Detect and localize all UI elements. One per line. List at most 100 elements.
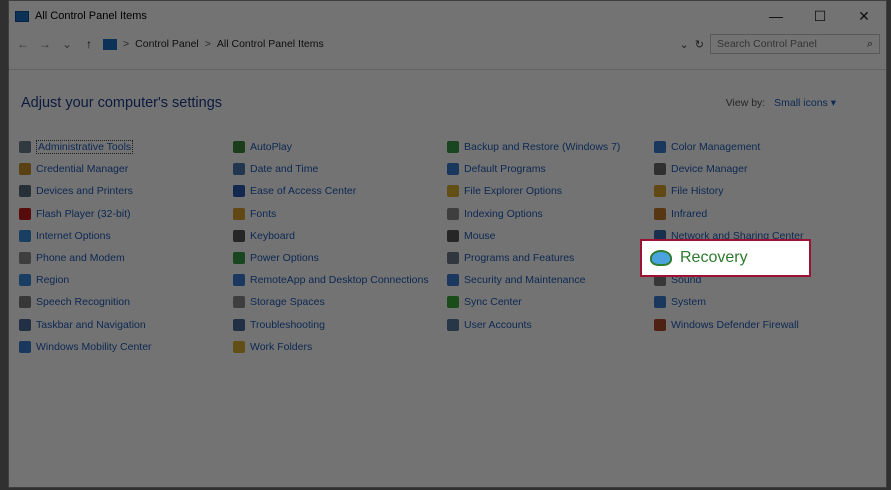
control-panel-item[interactable]: User Accounts	[447, 314, 620, 336]
control-panel-item[interactable]: Sync Center	[447, 291, 620, 313]
control-panel-item[interactable]: Programs and Features	[447, 247, 620, 269]
search-input[interactable]	[717, 38, 867, 50]
control-panel-item[interactable]: Devices and Printers	[19, 180, 152, 202]
file-history-icon	[654, 185, 666, 198]
control-panel-icon	[15, 10, 29, 22]
item-label: Windows Defender Firewall	[671, 318, 799, 331]
control-panel-item[interactable]: File History	[654, 180, 804, 202]
item-label: Power Options	[250, 252, 319, 265]
page-title: Adjust your computer's settings	[21, 95, 223, 111]
item-label: Backup and Restore (Windows 7)	[464, 141, 621, 154]
minimize-button[interactable]: —	[754, 1, 798, 31]
default-programs-icon	[447, 163, 459, 176]
control-panel-item[interactable]: AutoPlay	[233, 136, 429, 158]
indexing-icon	[447, 207, 459, 220]
control-panel-item[interactable]: Ease of Access Center	[233, 180, 429, 202]
breadcrumb-separator[interactable]: >	[123, 38, 129, 50]
control-panel-item[interactable]: Device Manager	[654, 158, 804, 180]
recovery-icon	[650, 250, 672, 266]
forward-button[interactable]: →	[37, 37, 53, 51]
control-panel-item[interactable]: Indexing Options	[447, 203, 620, 225]
item-label: Indexing Options	[464, 207, 543, 220]
firewall-icon	[654, 318, 666, 331]
item-label: File Explorer Options	[464, 185, 563, 198]
color-management-icon	[654, 141, 666, 154]
autoplay-icon	[233, 141, 245, 154]
control-panel-item[interactable]: RemoteApp and Desktop Connections	[233, 269, 429, 291]
control-panel-item[interactable]: Work Folders	[233, 336, 429, 358]
control-panel-item[interactable]: Power Options	[233, 247, 429, 269]
up-button[interactable]: ↑	[81, 37, 97, 51]
title-bar: All Control Panel Items — ☐ ✕	[9, 1, 886, 31]
control-panel-item[interactable]: Credential Manager	[19, 158, 152, 180]
control-panel-item[interactable]: Windows Defender Firewall	[654, 314, 804, 336]
control-panel-item[interactable]: Infrared	[654, 203, 804, 225]
users-icon	[447, 318, 459, 331]
item-label: Flash Player (32-bit)	[36, 207, 131, 220]
flash-icon	[19, 207, 31, 220]
item-label: Default Programs	[464, 163, 546, 176]
view-by-label: View by:	[725, 97, 766, 109]
item-label: Region	[36, 274, 70, 287]
control-panel-item[interactable]: Default Programs	[447, 158, 620, 180]
sync-icon	[447, 296, 459, 309]
item-label: Color Management	[671, 141, 761, 154]
internet-icon	[19, 229, 31, 242]
credential-icon	[19, 163, 31, 176]
control-panel-item[interactable]: Windows Mobility Center	[19, 336, 152, 358]
control-panel-item[interactable]: Storage Spaces	[233, 291, 429, 313]
control-panel-item[interactable]: Administrative Tools	[19, 136, 152, 158]
recovery-highlight[interactable]: Recovery	[640, 239, 811, 277]
control-panel-item[interactable]: Flash Player (32-bit)	[19, 203, 152, 225]
control-panel-item[interactable]: Fonts	[233, 203, 429, 225]
address-bar-row: ← → ⌄ ↑ > Control Panel > All Control Pa…	[9, 31, 886, 57]
search-icon[interactable]: ⌕	[867, 38, 873, 51]
control-panel-item[interactable]: Backup and Restore (Windows 7)	[447, 136, 620, 158]
recent-locations-button[interactable]: ⌄	[59, 37, 75, 51]
control-panel-item[interactable]: Phone and Modem	[19, 247, 152, 269]
item-label: Storage Spaces	[250, 296, 325, 309]
breadcrumb-control-panel[interactable]: Control Panel	[135, 38, 199, 50]
control-panel-item[interactable]: Security and Maintenance	[447, 269, 620, 291]
search-box[interactable]: ⌕	[710, 34, 880, 54]
item-label: Work Folders	[250, 340, 313, 353]
item-label: Credential Manager	[36, 163, 129, 176]
item-label: Date and Time	[250, 163, 319, 176]
close-button[interactable]: ✕	[842, 1, 886, 31]
control-panel-item[interactable]: Mouse	[447, 225, 620, 247]
item-label: Troubleshooting	[250, 318, 325, 331]
refresh-button[interactable]: ↻	[695, 38, 704, 51]
control-panel-item[interactable]: Taskbar and Navigation	[19, 314, 152, 336]
control-panel-item[interactable]: Troubleshooting	[233, 314, 429, 336]
recovery-label: Recovery	[680, 249, 748, 266]
breadcrumb[interactable]: > Control Panel > All Control Panel Item…	[103, 34, 674, 54]
control-panel-item[interactable]: Keyboard	[233, 225, 429, 247]
infrared-icon	[654, 207, 666, 220]
window-title: All Control Panel Items	[35, 10, 147, 22]
view-by-dropdown[interactable]: Small icons ▾	[774, 97, 836, 109]
item-label: Security and Maintenance	[464, 274, 586, 287]
control-panel-item[interactable]: Region	[19, 269, 152, 291]
control-panel-icon	[103, 38, 117, 50]
item-label: Windows Mobility Center	[36, 340, 152, 353]
item-label: File History	[671, 185, 724, 198]
control-panel-item[interactable]: Color Management	[654, 136, 804, 158]
storage-icon	[233, 296, 245, 309]
control-panel-item[interactable]: Internet Options	[19, 225, 152, 247]
phone-icon	[19, 252, 31, 265]
breadcrumb-separator[interactable]: >	[205, 38, 211, 50]
item-label: System	[671, 296, 707, 309]
control-panel-item[interactable]: Speech Recognition	[19, 291, 152, 313]
item-label: Internet Options	[36, 229, 111, 242]
items-column: Administrative Tools Credential Manager De…	[19, 136, 152, 358]
control-panel-item[interactable]: System	[654, 291, 804, 313]
items-column: Color Management Device Manager File Histo…	[654, 136, 804, 336]
control-panel-item[interactable]: File Explorer Options	[447, 180, 620, 202]
back-button[interactable]: ←	[15, 37, 31, 51]
item-label: Phone and Modem	[36, 252, 125, 265]
item-label: Keyboard	[250, 229, 295, 242]
address-dropdown-button[interactable]: ⌄	[680, 38, 689, 51]
control-panel-item[interactable]: Date and Time	[233, 158, 429, 180]
breadcrumb-all-items[interactable]: All Control Panel Items	[217, 38, 324, 50]
maximize-button[interactable]: ☐	[798, 1, 842, 31]
